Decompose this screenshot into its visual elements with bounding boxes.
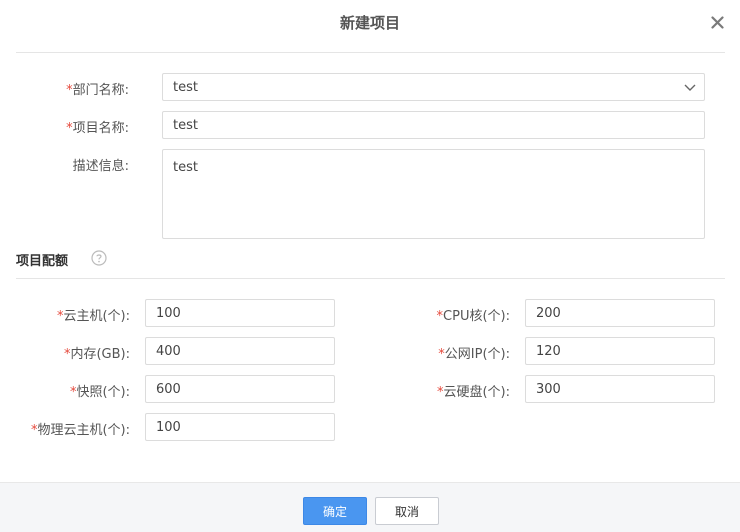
header-divider — [16, 52, 725, 53]
project-name-label: *项目名称: — [66, 121, 129, 136]
cloud-host-label: *云主机(个): — [56, 309, 130, 324]
physical-host-input[interactable]: 100 — [145, 413, 335, 441]
quota-section-title: 项目配额 — [16, 254, 69, 269]
cloud-disk-input[interactable]: 300 — [525, 375, 715, 403]
public-ip-label: *公网IP(个): — [438, 347, 510, 362]
question-circle-icon[interactable] — [91, 250, 107, 266]
department-select[interactable]: test — [162, 73, 705, 101]
public-ip-input[interactable]: 120 — [525, 337, 715, 365]
project-name-value: test — [173, 117, 198, 133]
quota-divider — [16, 278, 725, 279]
new-project-dialog: 新建项目 *部门名称: test *项目名称: test 描述信息: test … — [0, 0, 740, 532]
cloud-disk-label: *云硬盘(个): — [436, 385, 510, 400]
cloud-host-input[interactable]: 100 — [145, 299, 335, 327]
description-textarea[interactable]: test — [162, 149, 705, 239]
department-value: test — [173, 79, 198, 95]
cancel-button[interactable]: 取消 — [375, 497, 439, 525]
physical-host-label: *物理云主机(个): — [30, 423, 130, 438]
cpu-cores-input[interactable]: 200 — [525, 299, 715, 327]
dialog-title: 新建项目 — [339, 14, 400, 32]
description-label: 描述信息: — [72, 159, 129, 174]
chevron-down-icon — [684, 84, 696, 91]
memory-label: *内存(GB): — [63, 347, 130, 362]
project-name-input[interactable]: test — [162, 111, 705, 139]
memory-input[interactable]: 400 — [145, 337, 335, 365]
dialog-footer — [0, 482, 740, 532]
snapshot-label: *快照(个): — [69, 385, 130, 400]
cpu-cores-label: *CPU核(个): — [436, 309, 510, 324]
confirm-button[interactable]: 确定 — [303, 497, 367, 525]
department-label: *部门名称: — [66, 83, 129, 98]
snapshot-input[interactable]: 600 — [145, 375, 335, 403]
description-value: test — [173, 160, 198, 175]
dialog-header: 新建项目 — [0, 0, 740, 44]
close-button[interactable] — [707, 12, 727, 32]
close-icon — [710, 15, 724, 29]
